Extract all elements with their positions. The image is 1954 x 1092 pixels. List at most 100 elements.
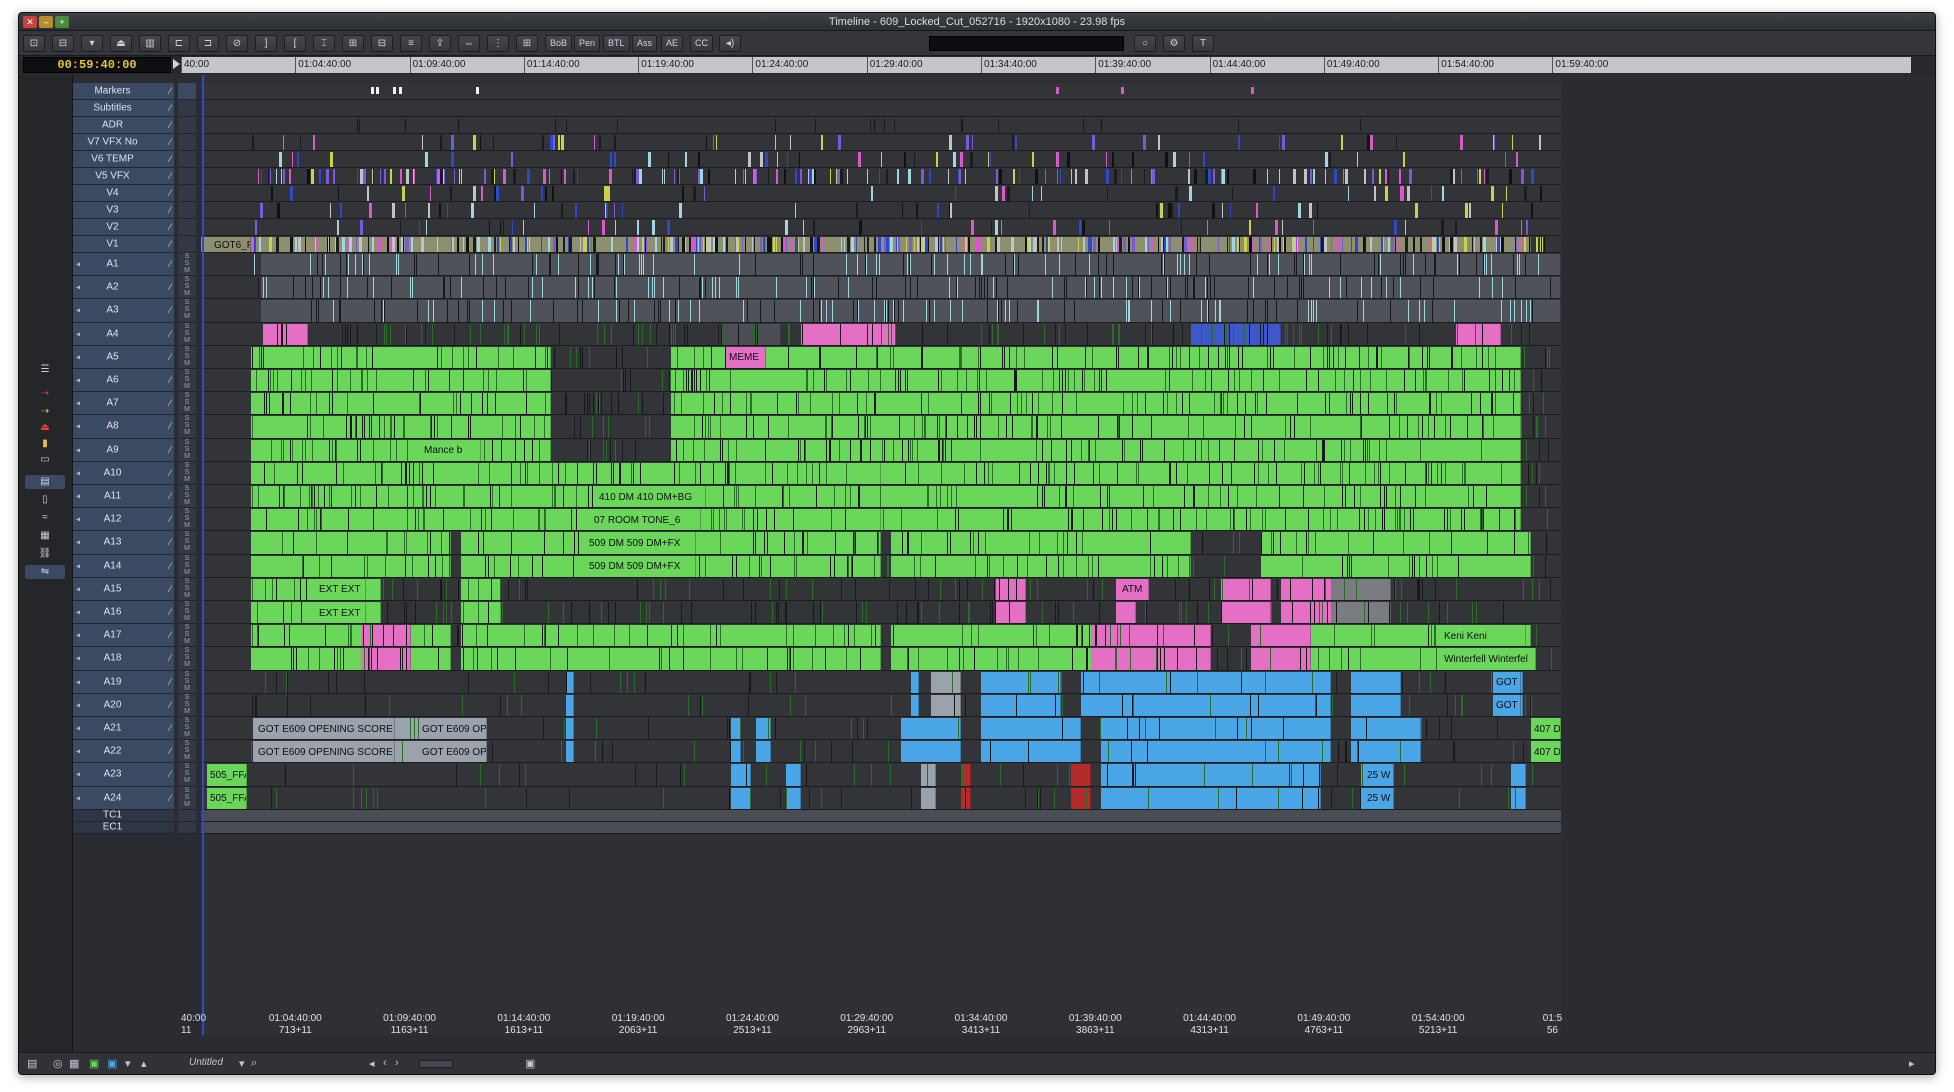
audio-clip[interactable]	[251, 648, 451, 670]
source-icon[interactable]: ⊟	[52, 35, 74, 52]
track-monitor-toggle[interactable]	[178, 219, 196, 236]
audio-clip[interactable]	[261, 300, 1561, 322]
audio-clip[interactable]	[731, 787, 751, 809]
track-expand-icon[interactable]: ◂	[76, 584, 80, 593]
audio-clip[interactable]	[901, 741, 961, 763]
track-lock-icon[interactable]: ⁄	[169, 677, 171, 687]
track-lane[interactable]	[201, 151, 1561, 168]
audio-clip[interactable]	[1456, 323, 1501, 345]
sequence-dropdown-icon[interactable]: ▾	[239, 1057, 245, 1070]
track-header-a11[interactable]: A11 ⁄ ◂	[73, 485, 174, 509]
track-lane[interactable]	[201, 670, 1561, 694]
track-header-a16[interactable]: A16 ⁄ ◂	[73, 601, 174, 625]
track-monitor-toggle[interactable]	[178, 151, 196, 168]
track-monitor-toggle[interactable]: SSM	[178, 531, 196, 555]
audio-clip[interactable]	[671, 439, 911, 461]
track-lane[interactable]	[201, 83, 1561, 100]
track-monitor-toggle[interactable]: SSM	[178, 601, 196, 625]
track-lock-icon[interactable]: ⁄	[169, 137, 171, 147]
track-header-v4[interactable]: V4 ⁄	[73, 185, 174, 202]
track-monitor-toggle[interactable]: SSM	[178, 369, 196, 393]
clip-label[interactable]: GOT E609 OPENING SCORE	[255, 741, 395, 763]
audio-clip[interactable]	[1071, 764, 1091, 786]
record-monitor-icon[interactable]: ◎	[53, 1057, 63, 1070]
track-monitor-toggle[interactable]: SSM	[178, 740, 196, 764]
audio-clip[interactable]	[566, 694, 574, 716]
clip-label[interactable]: 410 DM 410 DM+BG	[596, 486, 706, 508]
audio-clip[interactable]	[461, 602, 501, 624]
track-expand-icon[interactable]: ◂	[76, 260, 80, 269]
audio-clip[interactable]	[961, 787, 971, 809]
mark-out-icon[interactable]: ]	[255, 35, 277, 52]
track-expand-icon[interactable]: ◂	[76, 329, 80, 338]
track-header-a24[interactable]: A24 ⁄ ◂	[73, 786, 174, 810]
track-header-a15[interactable]: A15 ⁄ ◂	[73, 577, 174, 601]
track-lock-icon[interactable]: ⁄	[169, 468, 171, 478]
track-lock-icon[interactable]: ⁄	[169, 398, 171, 408]
toolbar-button-ass[interactable]: Ass	[632, 35, 658, 52]
track-expand-icon[interactable]: ◂	[76, 445, 80, 454]
zoom-slider[interactable]	[419, 1060, 453, 1068]
audio-clip[interactable]	[921, 787, 936, 809]
audio-clip[interactable]	[461, 648, 881, 670]
track-header-a9[interactable]: A9 ⁄ ◂	[73, 438, 174, 462]
audio-clip[interactable]	[1221, 602, 1271, 624]
track-lock-icon[interactable]: ⁄	[169, 282, 171, 292]
track-lane[interactable]	[201, 438, 1561, 462]
track-lane[interactable]	[201, 647, 1561, 671]
clip-label[interactable]: Keni Keni	[1441, 625, 1526, 647]
overwrite-icon[interactable]: ⊐	[197, 35, 219, 52]
sequence-name[interactable]: Untitled	[189, 1057, 223, 1068]
track-monitor-toggle[interactable]: SSM	[178, 624, 196, 648]
clip-label[interactable]: 505_FFA	[207, 764, 247, 786]
track-expand-icon[interactable]: ◂	[76, 306, 80, 315]
track-lane[interactable]	[201, 100, 1561, 117]
track-lock-icon[interactable]: ⁄	[169, 154, 171, 164]
audio-clip[interactable]	[786, 764, 801, 786]
track-expand-icon[interactable]: ◂	[76, 399, 80, 408]
track-expand-icon[interactable]: ◂	[76, 631, 80, 640]
track-expand-icon[interactable]: ◂	[76, 376, 80, 385]
track-monitor-toggle[interactable]: SSM	[178, 438, 196, 462]
timeline-marker[interactable]	[1121, 87, 1124, 94]
track-lane[interactable]	[201, 276, 1561, 300]
track-lane[interactable]	[201, 693, 1561, 717]
audio-clip[interactable]	[1291, 370, 1521, 392]
track-lock-icon[interactable]: ⁄	[169, 793, 171, 803]
track-lane[interactable]	[201, 219, 1561, 236]
audio-clip[interactable]	[901, 439, 1301, 461]
track-layout-icon[interactable]: ▤	[27, 1057, 37, 1070]
audio-clip[interactable]	[671, 416, 911, 438]
track-header-v3[interactable]: V3 ⁄	[73, 202, 174, 219]
track-header-v2[interactable]: V2 ⁄	[73, 219, 174, 236]
grid-icon[interactable]: ⋮	[487, 35, 509, 52]
track-lane[interactable]	[201, 299, 1561, 323]
track-monitor-toggle[interactable]: SSM	[178, 322, 196, 346]
track-lock-icon[interactable]: ⁄	[169, 352, 171, 362]
track-header-a14[interactable]: A14 ⁄ ◂	[73, 554, 174, 578]
track-lane[interactable]	[201, 763, 1561, 787]
track-lane[interactable]	[201, 392, 1561, 416]
track-monitor-toggle[interactable]	[178, 117, 196, 134]
audio-clip[interactable]	[1101, 787, 1321, 809]
track-header-a4[interactable]: A4 ⁄ ◂	[73, 322, 174, 346]
track-monitor-toggle[interactable]: SSM	[178, 253, 196, 277]
track-expand-icon[interactable]: ◂	[76, 561, 80, 570]
audio-clip[interactable]	[251, 393, 551, 415]
audio-clip[interactable]	[671, 346, 911, 368]
audio-clip[interactable]	[721, 323, 781, 345]
link-icon[interactable]: ⛓	[25, 547, 65, 561]
track-monitor-toggle[interactable]	[178, 809, 196, 822]
track-expand-icon[interactable]: ◂	[76, 468, 80, 477]
upload-icon[interactable]: ⇪	[429, 35, 451, 52]
audio-clip[interactable]	[1511, 764, 1526, 786]
track-lock-icon[interactable]: ⁄	[169, 769, 171, 779]
clip-label[interactable]: 509 DM 509 DM+FX	[586, 532, 696, 554]
toolbar-button-ae[interactable]: AE	[661, 35, 684, 52]
extract-icon[interactable]: ⊟	[371, 35, 393, 52]
track-header-subtitles[interactable]: Subtitles ⁄	[73, 100, 174, 117]
track-lane[interactable]	[201, 531, 1561, 555]
track-header-v6-temp[interactable]: V6 TEMP ⁄	[73, 151, 174, 168]
mark-in-icon[interactable]: [	[284, 35, 306, 52]
track-header-a22[interactable]: A22 ⁄ ◂	[73, 740, 174, 764]
